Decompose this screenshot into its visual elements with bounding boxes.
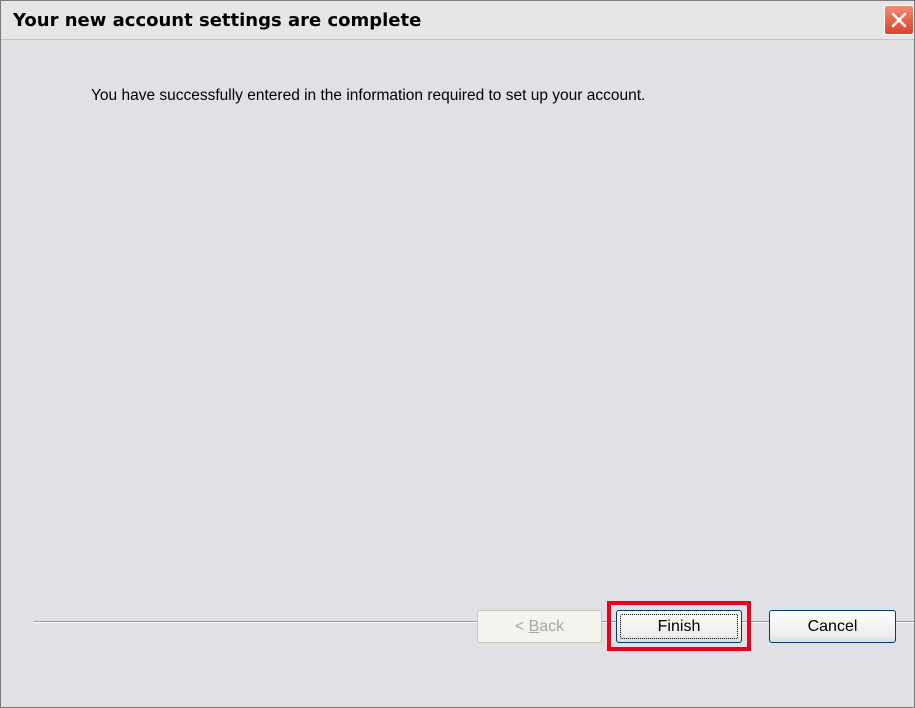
close-icon	[891, 12, 907, 28]
finish-button[interactable]: Finish	[616, 610, 742, 643]
account-setup-dialog: Your new account settings are complete Y…	[0, 0, 915, 708]
back-button-label-rest: ack	[539, 618, 565, 635]
back-button-prefix: <	[514, 618, 529, 635]
dialog-title: Your new account settings are complete	[13, 10, 422, 31]
title-bar[interactable]: Your new account settings are complete	[1, 1, 914, 40]
back-button-accelerator: B	[528, 618, 540, 635]
cancel-button-label: Cancel	[807, 618, 858, 635]
success-message: You have successfully entered in the inf…	[91, 87, 646, 104]
dialog-body: You have successfully entered in the inf…	[1, 40, 914, 707]
close-button[interactable]	[884, 5, 914, 35]
back-button[interactable]: < Back	[477, 610, 602, 643]
finish-button-label: Finish	[657, 618, 701, 635]
cancel-button[interactable]: Cancel	[769, 610, 896, 643]
